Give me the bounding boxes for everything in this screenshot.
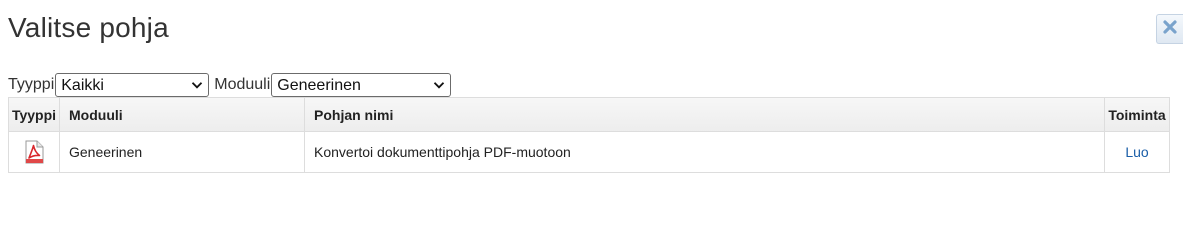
row-action-cell: Luo (1104, 131, 1170, 173)
template-picker-dialog: Valitse pohja Tyyppi Kaikki Moduuli Gene… (0, 0, 1183, 211)
module-filter-select[interactable]: Geneerinen (271, 73, 452, 97)
row-template-name-cell: Konvertoi dokumenttipohja PDF-muotoon (304, 131, 1105, 173)
pdf-file-icon (22, 140, 46, 164)
create-link[interactable]: Luo (1125, 144, 1148, 160)
module-filter-label: Moduuli (214, 76, 271, 93)
type-filter-value: Kaikki (61, 76, 104, 94)
row-type-cell (8, 131, 60, 173)
chevron-down-icon (192, 82, 203, 89)
column-header-template-name[interactable]: Pohjan nimi (304, 97, 1105, 132)
chevron-down-icon (434, 82, 445, 89)
column-header-module[interactable]: Moduuli (59, 97, 305, 132)
close-button[interactable] (1156, 14, 1183, 44)
filter-bar: Tyyppi Kaikki Moduuli Geneerinen (8, 73, 452, 97)
column-header-type[interactable]: Tyyppi (8, 97, 60, 132)
table-row: Geneerinen Konvertoi dokumenttipohja PDF… (8, 131, 1170, 173)
dialog-title: Valitse pohja (8, 12, 169, 43)
templates-table: Tyyppi Moduuli Pohjan nimi Toiminta Gene… (8, 97, 1170, 173)
close-icon (1163, 19, 1177, 39)
column-header-action[interactable]: Toiminta (1104, 97, 1170, 132)
type-filter-select[interactable]: Kaikki (55, 73, 210, 97)
type-filter-label: Tyyppi (8, 76, 55, 93)
row-module-cell: Geneerinen (59, 131, 305, 173)
module-filter-value: Geneerinen (277, 76, 361, 94)
table-header-row: Tyyppi Moduuli Pohjan nimi Toiminta (8, 97, 1170, 132)
